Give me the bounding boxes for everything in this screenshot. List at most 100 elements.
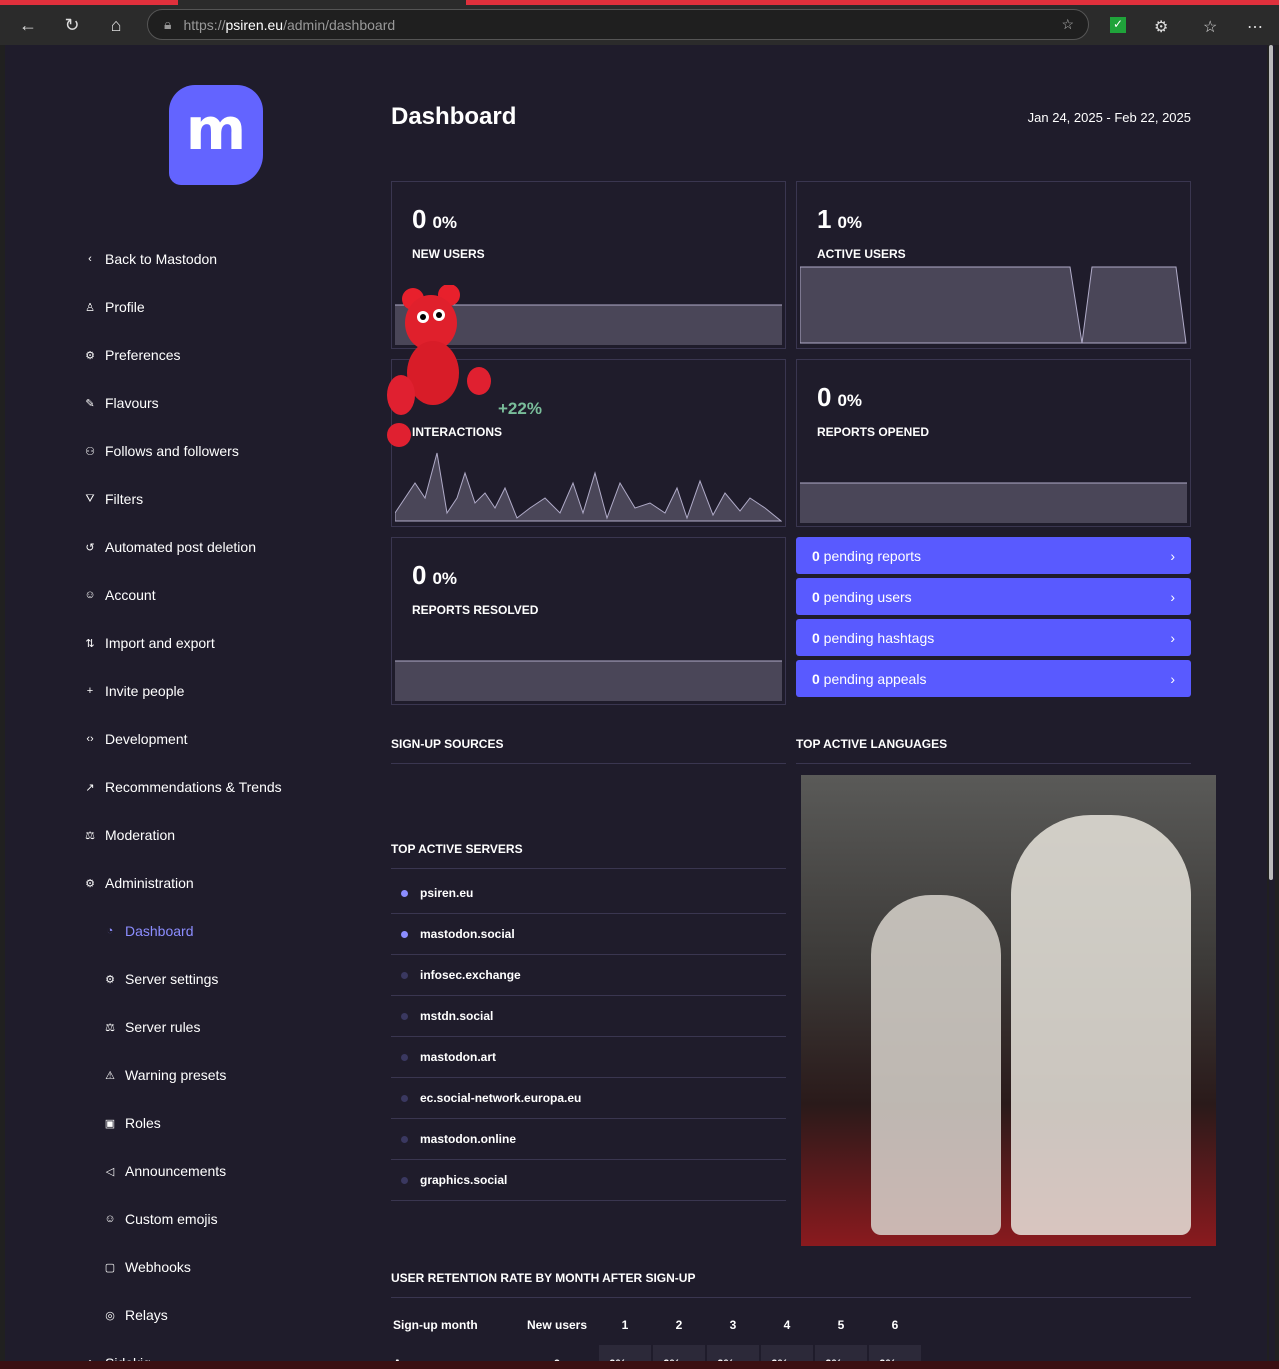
favorite-star-icon[interactable]: ☆ bbox=[1061, 16, 1074, 33]
retention-average-cell: 0% bbox=[653, 1345, 705, 1361]
pending-pending-hashtags-button[interactable]: 0 pending hashtags › bbox=[796, 619, 1191, 656]
sidebar-item-label: Flavours bbox=[105, 395, 159, 411]
top-servers-list: psiren.eu mastodon.social infosec.exchange… bbox=[391, 873, 786, 1201]
address-bar[interactable]: 🔒︎ https://psiren.eu/admin/dashboard ☆ bbox=[147, 9, 1089, 40]
server-row: ec.social-network.europa.eu bbox=[391, 1078, 786, 1119]
metric-label: ACTIVE USERS bbox=[817, 247, 906, 261]
sidebar-item-profile[interactable]: ♙ Profile bbox=[83, 283, 282, 331]
pending-pending-users-button[interactable]: 0 pending users › bbox=[796, 578, 1191, 615]
reports-opened-card[interactable]: 0 0% REPORTS OPENED bbox=[796, 359, 1191, 527]
server-row: mastodon.online bbox=[391, 1119, 786, 1160]
pending-pending-appeals-button[interactable]: 0 pending appeals › bbox=[796, 660, 1191, 697]
sidebar-item-preferences[interactable]: ⚙ Preferences bbox=[83, 331, 282, 379]
sidebar-item-sidekiq[interactable]: ◇Sidekiq bbox=[83, 1339, 282, 1361]
sidebar-item-label: Warning presets bbox=[125, 1067, 227, 1083]
back-icon[interactable]: ← bbox=[6, 15, 50, 36]
sparkline bbox=[800, 266, 1187, 344]
retention-average-cell: 0 bbox=[517, 1345, 597, 1362]
retention-heading: USER RETENTION RATE BY MONTH AFTER SIGN-… bbox=[391, 1271, 1191, 1298]
sidebar-item-label: Import and export bbox=[105, 635, 215, 651]
sidebar-item-back-to-mastodon[interactable]: ‹ Back to Mastodon bbox=[83, 235, 282, 283]
metric-change: 0% bbox=[837, 391, 863, 410]
sidebar-item-filters[interactable]: ⛛ Filters bbox=[83, 475, 282, 523]
announcements-icon: ◁ bbox=[105, 1165, 115, 1178]
pending-label: pending users bbox=[819, 588, 912, 605]
retention-header: 1 bbox=[621, 1317, 629, 1332]
sidebar-item-dashboard[interactable]: ◔ Dashboard bbox=[83, 907, 282, 955]
server-dot-icon bbox=[401, 1012, 408, 1020]
pending-pending-reports-button[interactable]: 0 pending reports › bbox=[796, 537, 1191, 574]
warning-presets-icon: ⚠ bbox=[105, 1069, 115, 1082]
active-users-card[interactable]: 1 0% ACTIVE USERS bbox=[796, 181, 1191, 349]
sidebar-item-server-rules[interactable]: ⚖ Server rules bbox=[83, 1003, 282, 1051]
account-icon: ☺ bbox=[84, 589, 96, 601]
recommendations-trends-icon: ↗ bbox=[85, 781, 95, 794]
dashboard-icon: ◔ bbox=[106, 925, 114, 937]
mastodon-logo[interactable]: m bbox=[169, 85, 263, 185]
sidebar-item-label: Server rules bbox=[125, 1019, 201, 1035]
sidebar-item-flavours[interactable]: ✎ Flavours bbox=[83, 379, 282, 427]
sidebar-item-label: Moderation bbox=[105, 827, 176, 843]
metric-label: REPORTS OPENED bbox=[817, 425, 930, 439]
browser-toolbar: ← ↻ ⌂ 🔒︎ https://psiren.eu/admin/dashboa… bbox=[0, 5, 1279, 45]
sidebar-item-administration[interactable]: ⚙ Administration bbox=[83, 859, 282, 907]
sidebar-item-recommendations-trends[interactable]: ↗ Recommendations & Trends bbox=[83, 763, 282, 811]
metric-label: NEW USERS bbox=[412, 247, 485, 261]
sidebar-item-relays[interactable]: ◎ Relays bbox=[83, 1291, 282, 1339]
retention-header: Sign-up month bbox=[393, 1317, 478, 1332]
sidebar-item-server-settings[interactable]: ⚙ Server settings bbox=[83, 955, 282, 1003]
retention-header: 3 bbox=[729, 1317, 737, 1332]
server-row: infosec.exchange bbox=[391, 955, 786, 996]
retention-section: USER RETENTION RATE BY MONTH AFTER SIGN-… bbox=[391, 1271, 1191, 1361]
server-name: infosec.exchange bbox=[420, 968, 521, 982]
sidebar-item-custom-emojis[interactable]: ☺ Custom emojis bbox=[83, 1195, 282, 1243]
webhooks-icon: ▢ bbox=[104, 1261, 116, 1274]
retention-header: 5 bbox=[837, 1317, 845, 1332]
home-icon[interactable]: ⌂ bbox=[94, 15, 138, 36]
sidebar-item-label: Webhooks bbox=[125, 1259, 191, 1275]
page-title: Dashboard bbox=[391, 103, 517, 130]
sidebar-item-label: Follows and followers bbox=[105, 443, 239, 459]
relays-icon: ◎ bbox=[105, 1309, 115, 1322]
sidebar-item-label: Preferences bbox=[105, 347, 181, 363]
sparkline bbox=[395, 660, 782, 701]
chevron-right-icon: › bbox=[1170, 588, 1175, 605]
retention-average-cell: 0% bbox=[815, 1345, 867, 1361]
reports-resolved-card[interactable]: 0 0% REPORTS RESOLVED bbox=[391, 537, 786, 705]
date-range: Jan 24, 2025 - Feb 22, 2025 bbox=[1027, 110, 1191, 125]
sidebar-item-automated-post-deletion[interactable]: ↺ Automated post deletion bbox=[83, 523, 282, 571]
sidebar-item-label: Development bbox=[105, 731, 188, 747]
roles-icon: ▣ bbox=[104, 1117, 116, 1130]
sidebar-item-webhooks[interactable]: ▢ Webhooks bbox=[83, 1243, 282, 1291]
sidebar-item-import-and-export[interactable]: ⇅ Import and export bbox=[83, 619, 282, 667]
more-icon[interactable]: ⋯ bbox=[1247, 17, 1263, 36]
retention-average-cell: 0% bbox=[599, 1345, 651, 1361]
server-name: graphics.social bbox=[420, 1173, 508, 1187]
server-row: psiren.eu bbox=[391, 873, 786, 914]
sidebar-item-warning-presets[interactable]: ⚠ Warning presets bbox=[83, 1051, 282, 1099]
extension-check-icon[interactable]: ✓ bbox=[1110, 17, 1126, 33]
sidebar-item-roles[interactable]: ▣ Roles bbox=[83, 1099, 282, 1147]
server-dot-icon bbox=[401, 971, 408, 979]
sidebar-item-account[interactable]: ☺ Account bbox=[83, 571, 282, 619]
chevron-right-icon: › bbox=[1170, 629, 1175, 646]
lock-icon: 🔒︎ bbox=[164, 16, 172, 32]
url-domain: psiren.eu bbox=[225, 16, 284, 33]
scrollbar[interactable] bbox=[1269, 45, 1275, 1361]
sidebar-item-moderation[interactable]: ⚖ Moderation bbox=[83, 811, 282, 859]
sidebar-item-development[interactable]: ‹› Development bbox=[83, 715, 282, 763]
retention-average-cell: 0% bbox=[707, 1345, 759, 1361]
sidebar-item-label: Recommendations & Trends bbox=[105, 779, 282, 795]
reload-icon[interactable]: ↻ bbox=[50, 15, 94, 36]
sidebar-item-label: Relays bbox=[125, 1307, 168, 1323]
retention-average-cell: Average bbox=[393, 1345, 515, 1362]
retention-average-cell: 0% bbox=[869, 1345, 921, 1361]
sidebar-item-label: Automated post deletion bbox=[105, 539, 256, 555]
sidebar-item-invite-people[interactable]: + Invite people bbox=[83, 667, 282, 715]
favorites-icon[interactable]: ☆ bbox=[1203, 17, 1219, 36]
back-to-mastodon-icon: ‹ bbox=[88, 253, 92, 265]
metric-change: 0% bbox=[432, 569, 458, 588]
extensions-icon[interactable]: ⚙ bbox=[1154, 17, 1170, 36]
sidebar-item-follows-and-followers[interactable]: ⚇ Follows and followers bbox=[83, 427, 282, 475]
sidebar-item-announcements[interactable]: ◁ Announcements bbox=[83, 1147, 282, 1195]
